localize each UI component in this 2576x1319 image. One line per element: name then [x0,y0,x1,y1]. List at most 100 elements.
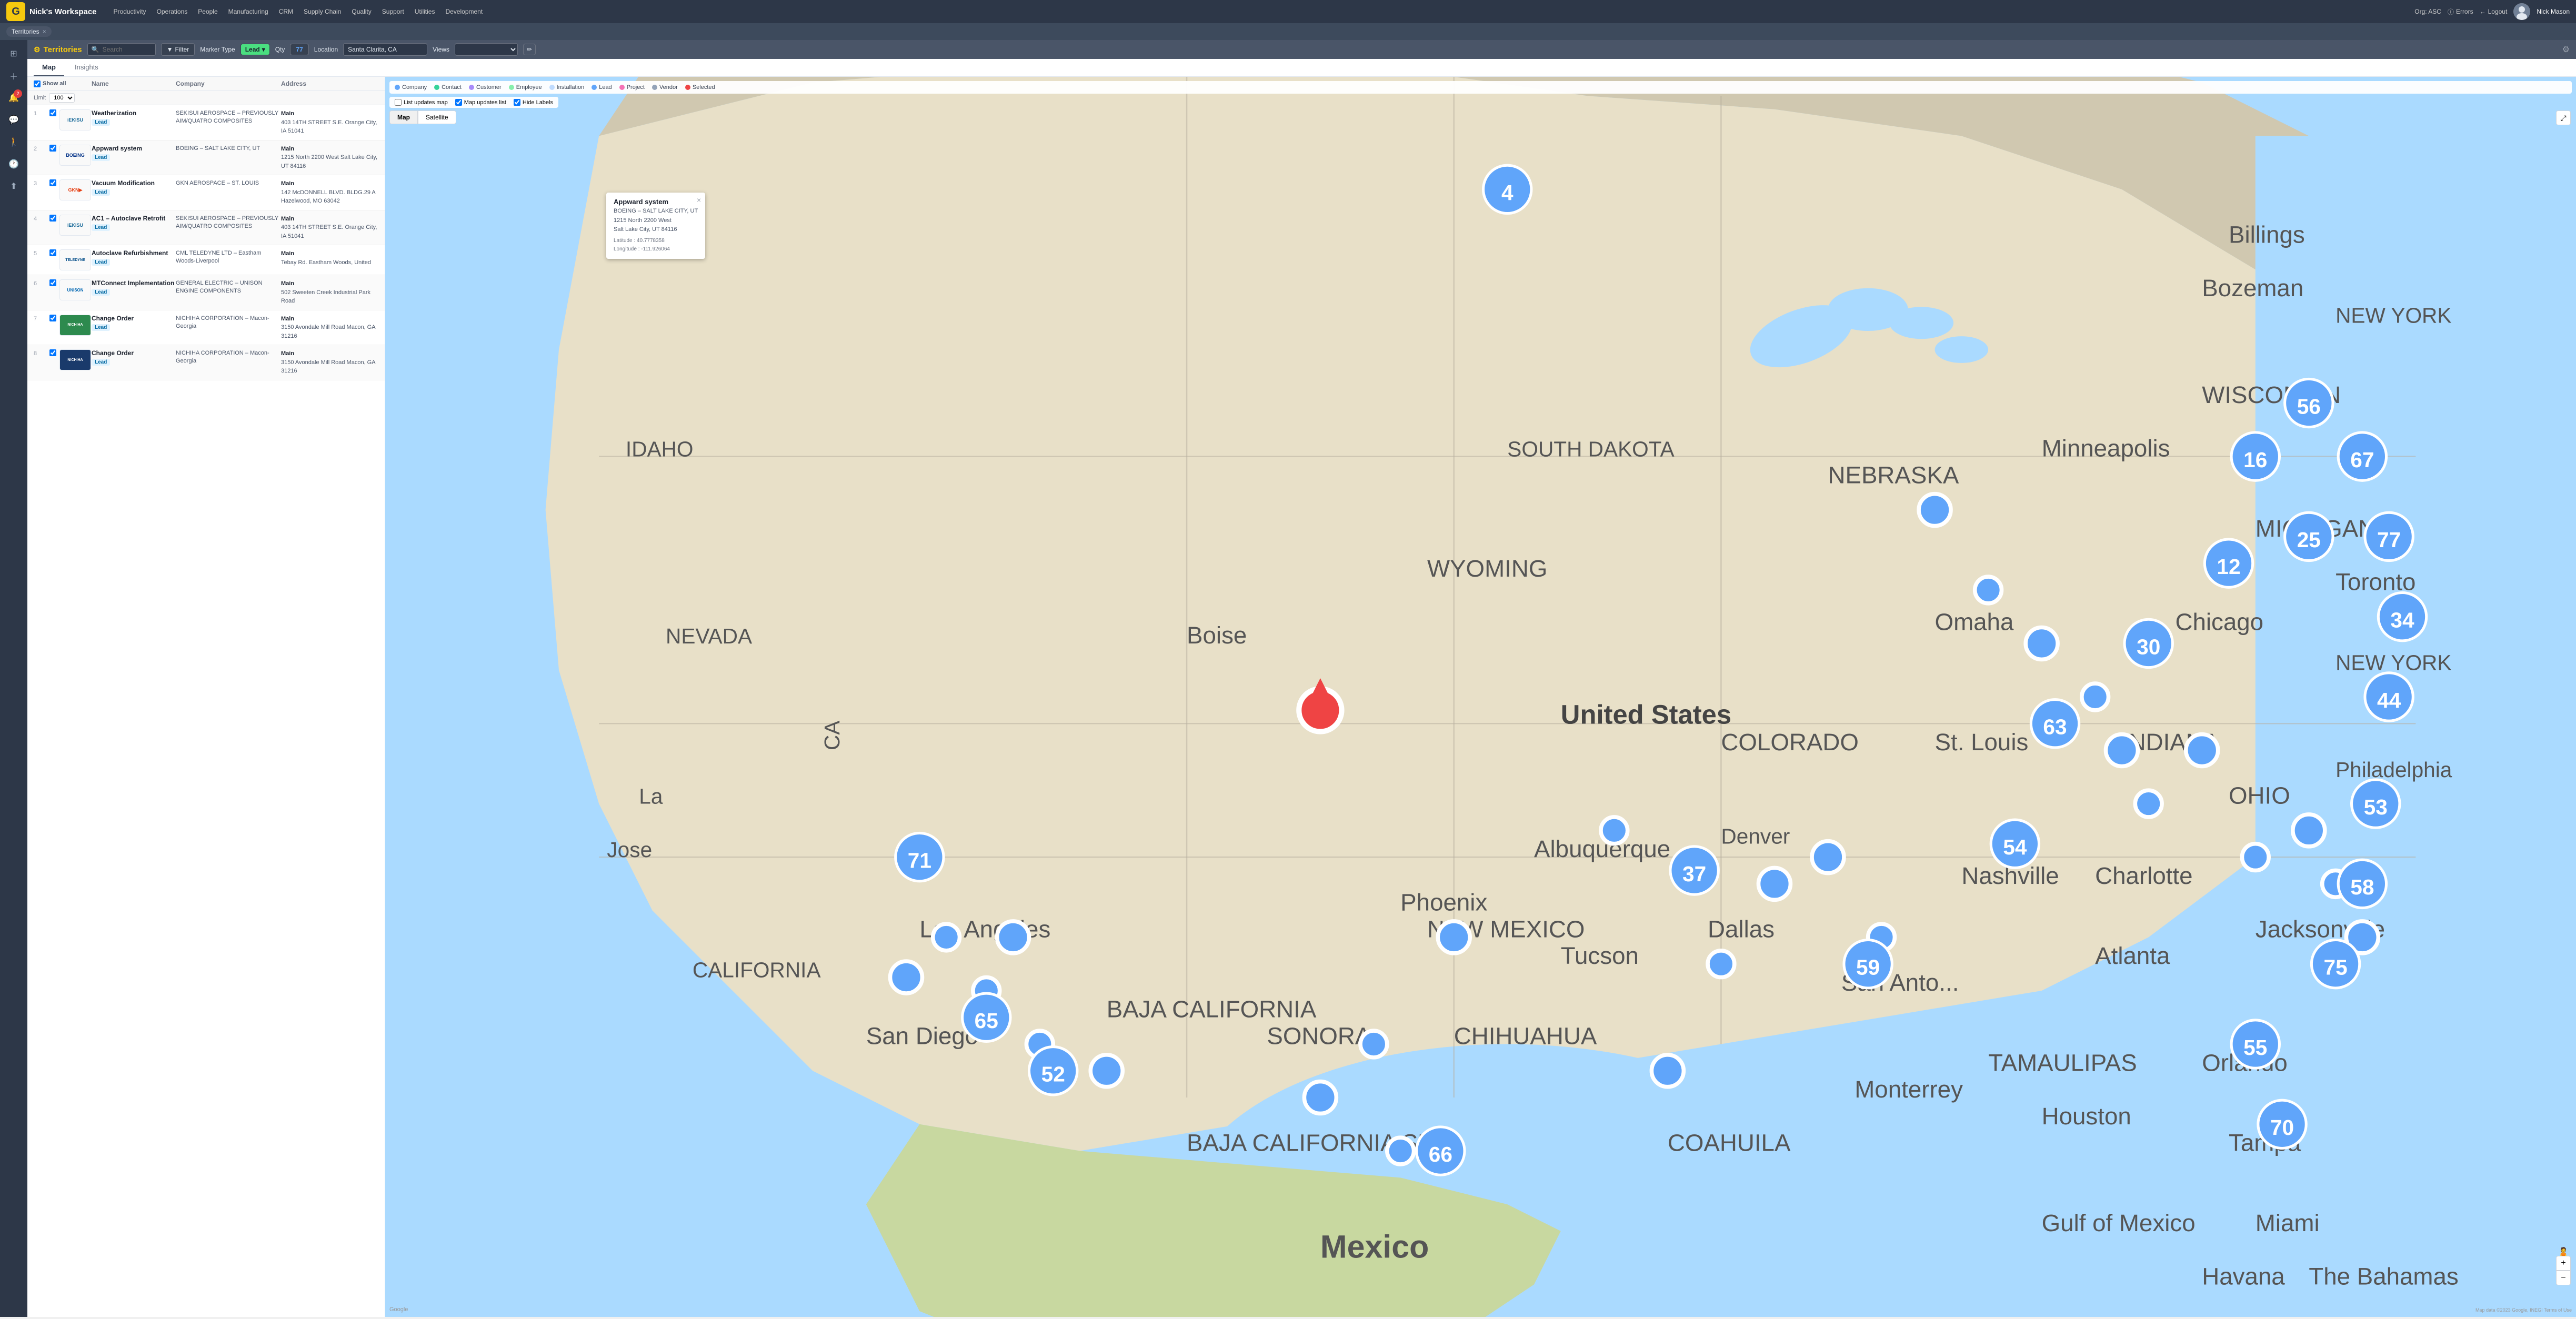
tab-insights[interactable]: Insights [66,59,107,76]
svg-text:Phoenix: Phoenix [1400,889,1487,916]
hide-labels-checkbox[interactable] [514,99,520,106]
user-name: Nick Mason [2537,8,2570,15]
row-5-addr: Tebay Rd. Eastham Woods, United [281,259,371,266]
show-all-container: Show all [34,80,92,87]
vendor-label: Vendor [659,84,678,90]
map-updates-list-checkbox[interactable] [455,99,462,106]
zoom-out-button[interactable]: − [2556,1271,2571,1285]
breadcrumb-close[interactable]: × [43,28,46,35]
row-4-name: AC1 – Autoclave Retrofit Lead [92,215,176,231]
list-panel: Show all Name Company Address Limit 100 … [27,77,385,1317]
row-3-checkbox[interactable] [49,179,56,186]
svg-text:58: 58 [2350,875,2374,899]
contact-label: Contact [442,84,462,90]
svg-text:Billings: Billings [2229,221,2305,248]
map-panel: Boise CA WYOMING SOUTH DAKOTA NEBRASKA M… [385,77,2576,1317]
svg-text:BAJA CALIFORNIA: BAJA CALIFORNIA [1107,996,1317,1023]
nav-support[interactable]: Support [378,6,408,17]
list-item: 2 BOEING Appward system Lead BOEING – SA… [27,140,385,176]
logout-arrow-icon: ← [2480,8,2486,15]
qty-value: 77 [296,46,303,53]
list-updates-map-checkbox[interactable] [395,99,402,106]
show-all-checkbox[interactable] [34,80,41,87]
row-1-checkbox[interactable] [49,109,56,116]
row-num-1: 1 [34,109,49,117]
contact-dot [434,85,439,90]
nav-quality[interactable]: Quality [347,6,375,17]
limit-label: Limit [34,95,46,101]
limit-row: Limit 100 [27,91,385,105]
row-8-checkbox[interactable] [49,349,56,356]
limit-select[interactable]: 100 [49,93,75,103]
selected-label: Selected [693,84,715,90]
svg-text:La: La [639,784,663,809]
row-3-logo-check: GKN▶ [49,179,92,200]
svg-text:67: 67 [2350,448,2374,472]
row-4-company: SEKISUI AEROSPACE – PREVIOUSLY AIM/QUATR… [176,215,281,231]
map-type-map[interactable]: Map [389,110,418,124]
popup-addr-line2: Salt Lake City, UT 84116 [614,225,698,234]
row-num-2: 2 [34,145,49,152]
nav-operations[interactable]: Operations [153,6,192,17]
filter-button[interactable]: ▼ Filter [161,43,195,56]
location-input[interactable] [343,43,427,56]
edit-button[interactable]: ✏ [523,44,536,55]
row-1-title: Weatherization [92,109,176,117]
row-3-addr-main: Main [281,179,378,188]
row-4-checkbox[interactable] [49,215,56,221]
sidebar-chat-icon[interactable]: 💬 [4,110,23,129]
nav-utilities[interactable]: Utilities [410,6,439,17]
nav-development[interactable]: Development [441,6,487,17]
hide-labels-label[interactable]: Hide Labels [514,99,553,106]
zoom-in-button[interactable]: + [2556,1256,2571,1271]
row-1-name: Weatherization Lead [92,109,176,126]
sidebar-upload-icon[interactable]: ⬆ [4,177,23,196]
legend-company: Company [395,84,427,90]
org-label: Org: ASC [2414,8,2441,15]
svg-text:Toronto: Toronto [2336,568,2415,595]
map-fullscreen-button[interactable]: ⤢ [2556,110,2571,125]
row-2-checkbox[interactable] [49,145,56,152]
row-num-3: 3 [34,179,49,187]
svg-text:59: 59 [1856,955,1880,979]
row-3-address: Main 142 McDONNELL BLVD. BLDG.29 A Hazel… [281,179,378,206]
row-8-name: Change Order Lead [92,349,176,366]
nav-crm[interactable]: CRM [275,6,297,17]
qty-label: Qty [275,46,285,53]
errors-link[interactable]: ⓘ Errors [2448,7,2473,16]
sidebar-grid-icon[interactable]: ⊞ [4,44,23,63]
customer-label: Customer [476,84,502,90]
nav-productivity[interactable]: Productivity [109,6,151,17]
sidebar-person-icon[interactable]: 🚶 [4,133,23,152]
settings-button[interactable]: ⚙ [2562,44,2570,55]
list-updates-map-label[interactable]: List updates map [395,99,448,106]
map-updates-list-label[interactable]: Map updates list [455,99,506,106]
nav-people[interactable]: People [194,6,222,17]
sidebar-bell-icon[interactable]: 🔔 2 [4,88,23,107]
svg-text:Dallas: Dallas [1708,915,1775,942]
sidebar-plus-icon[interactable]: ＋ [4,66,23,85]
row-5-badge: Lead [92,259,110,266]
app-logo: G [6,2,25,21]
nav-manufacturing[interactable]: Manufacturing [224,6,273,17]
list-item: 1 iEKISU Weatherization Lead SEKISUI AER… [27,105,385,140]
row-6-checkbox[interactable] [49,279,56,286]
map-type-satellite[interactable]: Satellite [418,110,456,124]
lead-label: Lead [599,84,612,90]
legend-employee: Employee [509,84,542,90]
logout-link[interactable]: ← Logout [2480,8,2508,15]
row-7-checkbox[interactable] [49,315,56,321]
nav-supply-chain[interactable]: Supply Chain [299,6,345,17]
legend-customer: Customer [469,84,502,90]
popup-close-button[interactable]: × [697,196,701,204]
views-select[interactable] [455,43,518,56]
sidebar-clock-icon[interactable]: 🕐 [4,155,23,174]
row-4-address: Main 403 14TH STREET S.E. Orange City, I… [281,215,378,241]
svg-text:CHIHUAHUA: CHIHUAHUA [1454,1022,1597,1049]
row-num-5: 5 [34,249,49,257]
row-5-checkbox[interactable] [49,249,56,256]
tab-map[interactable]: Map [34,59,64,76]
marker-type-select[interactable]: Lead ▾ [240,44,270,55]
breadcrumb-tag: Territories × [6,26,52,37]
row-2-address: Main 1215 North 2200 West Salt Lake City… [281,145,378,171]
